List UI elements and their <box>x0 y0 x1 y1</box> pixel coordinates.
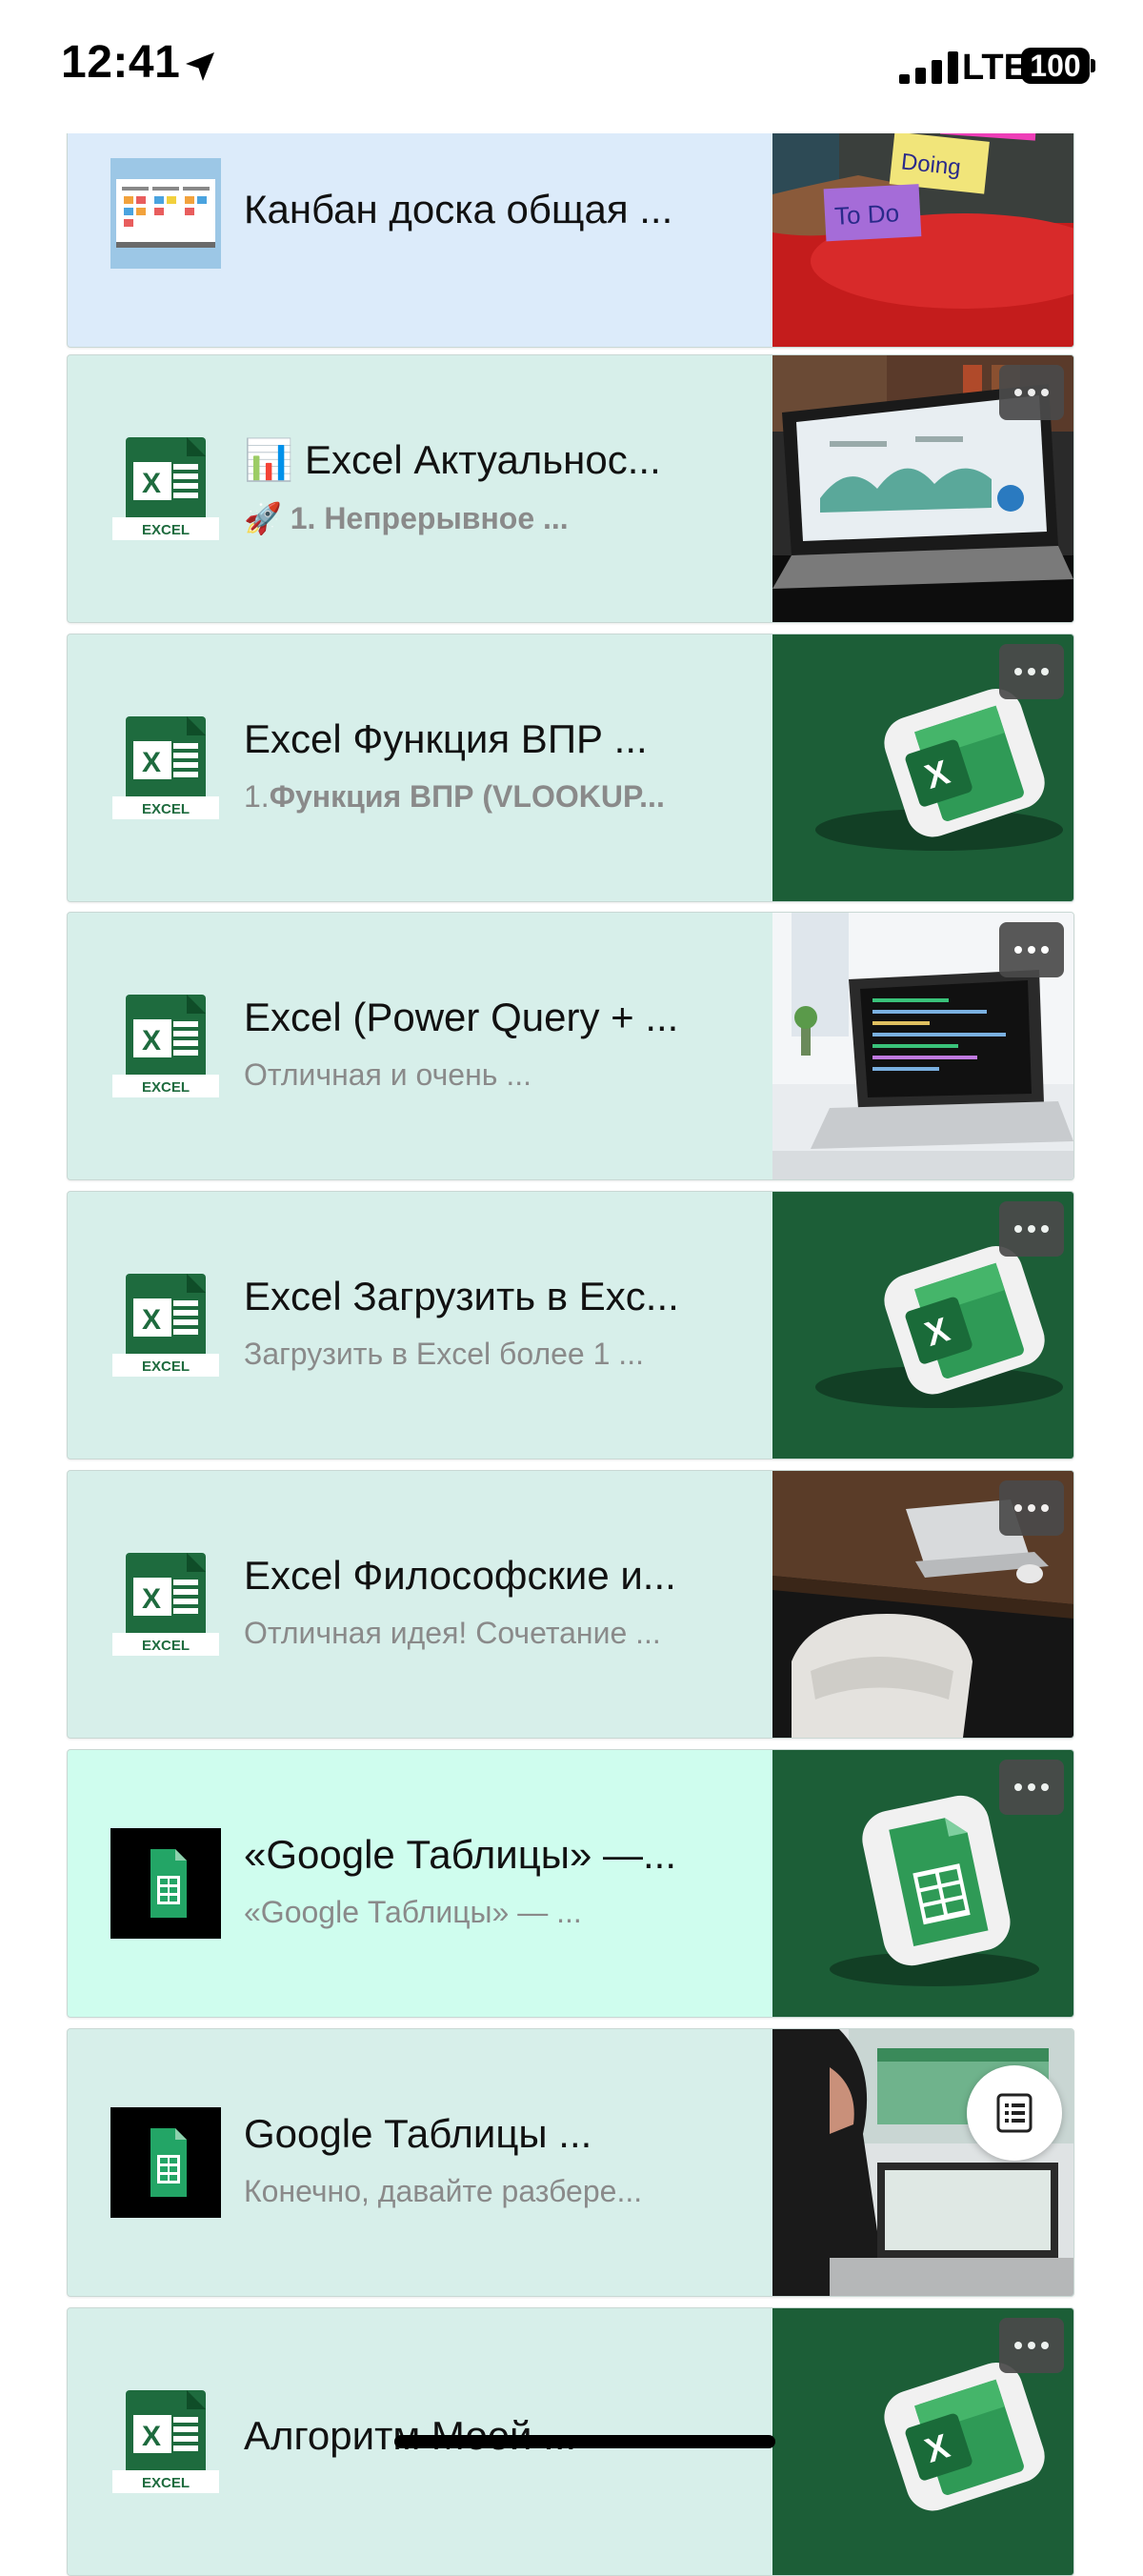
sheets-3d-logo <box>772 1750 1073 2017</box>
item-subtitle: Отличная и очень ... <box>244 1057 531 1092</box>
excel-icon: X EXCEL <box>110 991 221 1101</box>
svg-text:To Do: To Do <box>833 198 899 231</box>
item-title: Excel Философские и... <box>244 1553 676 1598</box>
item-title: Excel Загрузить в Exc... <box>244 1274 679 1318</box>
network-type: LTE <box>962 48 1028 88</box>
item-title: Excel (Power Query + ... <box>244 995 679 1039</box>
status-time: 12:41 <box>61 37 181 88</box>
list-view-button[interactable] <box>967 2065 1062 2161</box>
more-options-button[interactable] <box>999 1201 1064 1257</box>
item-subtitle: 🚀 1. Непрерывное ... <box>244 500 734 536</box>
laptop-code-photo <box>772 913 1073 1179</box>
list-item[interactable]: X EXCEL Excel Философские и... Отличная … <box>67 1470 1074 1739</box>
rocket-emoji: 🚀 <box>244 501 282 535</box>
svg-text:EXCEL: EXCEL <box>142 2475 190 2491</box>
svg-text:EXCEL: EXCEL <box>142 1638 190 1654</box>
svg-text:EXCEL: EXCEL <box>142 522 190 538</box>
laptop-dashboard-photo <box>772 355 1073 622</box>
item-title: Канбан доска общая ... <box>244 187 673 231</box>
item-subtitle-text: Функция ВПР (VLOOKUP... <box>269 779 665 814</box>
more-options-button[interactable] <box>999 365 1064 420</box>
excel-icon: X EXCEL <box>110 2386 221 2497</box>
list-item[interactable]: Google Таблицы ... Конечно, давайте разб… <box>67 2028 1074 2297</box>
item-subtitle: Загрузить в Excel более 1 ... <box>244 1337 644 1371</box>
document-list-icon <box>996 2093 1033 2133</box>
item-title: 📊 Excel Актуальнос... <box>244 437 744 484</box>
item-title: Excel Функция ВПР ... <box>244 716 648 761</box>
list-item[interactable]: X EXCEL Excel (Power Query + ... Отлична… <box>67 912 1074 1180</box>
item-title-text: Excel Актуальнос... <box>304 437 661 482</box>
svg-text:EXCEL: EXCEL <box>142 1079 190 1096</box>
home-indicator[interactable] <box>394 2435 775 2448</box>
svg-text:X: X <box>142 2421 161 2452</box>
item-title: Google Таблицы ... <box>244 2111 592 2156</box>
list-item[interactable]: X EXCEL Excel Функция ВПР ... 1.Функция … <box>67 634 1074 902</box>
excel-icon: X EXCEL <box>110 433 221 544</box>
svg-text:EXCEL: EXCEL <box>142 801 190 817</box>
more-options-button[interactable] <box>999 922 1064 977</box>
more-options-button[interactable] <box>999 644 1064 699</box>
svg-text:EXCEL: EXCEL <box>142 1358 190 1375</box>
svg-text:X: X <box>142 747 161 778</box>
location-arrow-icon <box>186 52 214 81</box>
battery-icon: 100 <box>1021 48 1090 84</box>
more-options-button[interactable] <box>999 2318 1064 2373</box>
svg-text:X: X <box>142 468 161 499</box>
cellular-signal-icon <box>899 51 958 84</box>
svg-text:X: X <box>142 1025 161 1057</box>
item-subtitle-text: 1. Непрерывное ... <box>290 501 569 535</box>
more-options-button[interactable] <box>999 1480 1064 1536</box>
excel-3d-logo: X <box>772 1192 1073 1459</box>
item-title: «Google Таблицы» —... <box>244 1832 677 1877</box>
desk-chair-photo <box>772 1471 1073 1738</box>
excel-3d-logo: X <box>772 634 1073 901</box>
kanban-board-icon <box>110 158 221 269</box>
item-subtitle: Отличная идея! Сочетание ... <box>244 1616 661 1650</box>
list-item[interactable]: X EXCEL 📊 Excel Актуальнос... 🚀 1. Непре… <box>67 354 1074 623</box>
google-sheets-icon <box>110 2107 221 2218</box>
svg-text:X: X <box>142 1583 161 1615</box>
list-item[interactable]: «Google Таблицы» —... «Google Таблицы» —… <box>67 1749 1074 2018</box>
excel-icon: X EXCEL <box>110 1549 221 1660</box>
list-item[interactable]: X EXCEL Excel Загрузить в Exc... Загрузи… <box>67 1191 1074 1459</box>
google-sheets-icon <box>110 1828 221 1939</box>
item-subtitle: Конечно, давайте разбере... <box>244 2174 643 2208</box>
excel-3d-logo: X <box>772 2308 1073 2575</box>
battery-tip <box>1091 59 1095 72</box>
item-subtitle-prefix: 1. <box>244 779 270 814</box>
bar-chart-emoji: 📊 <box>244 437 294 482</box>
item-subtitle: 1.Функция ВПР (VLOOKUP... <box>244 779 734 815</box>
svg-text:X: X <box>142 1304 161 1336</box>
status-bar: 12:41 LTE 100 <box>0 0 1143 133</box>
excel-icon: X EXCEL <box>110 713 221 823</box>
more-options-button[interactable] <box>999 1760 1064 1815</box>
item-subtitle: «Google Таблицы» — ... <box>244 1895 582 1929</box>
excel-icon: X EXCEL <box>110 1270 221 1380</box>
